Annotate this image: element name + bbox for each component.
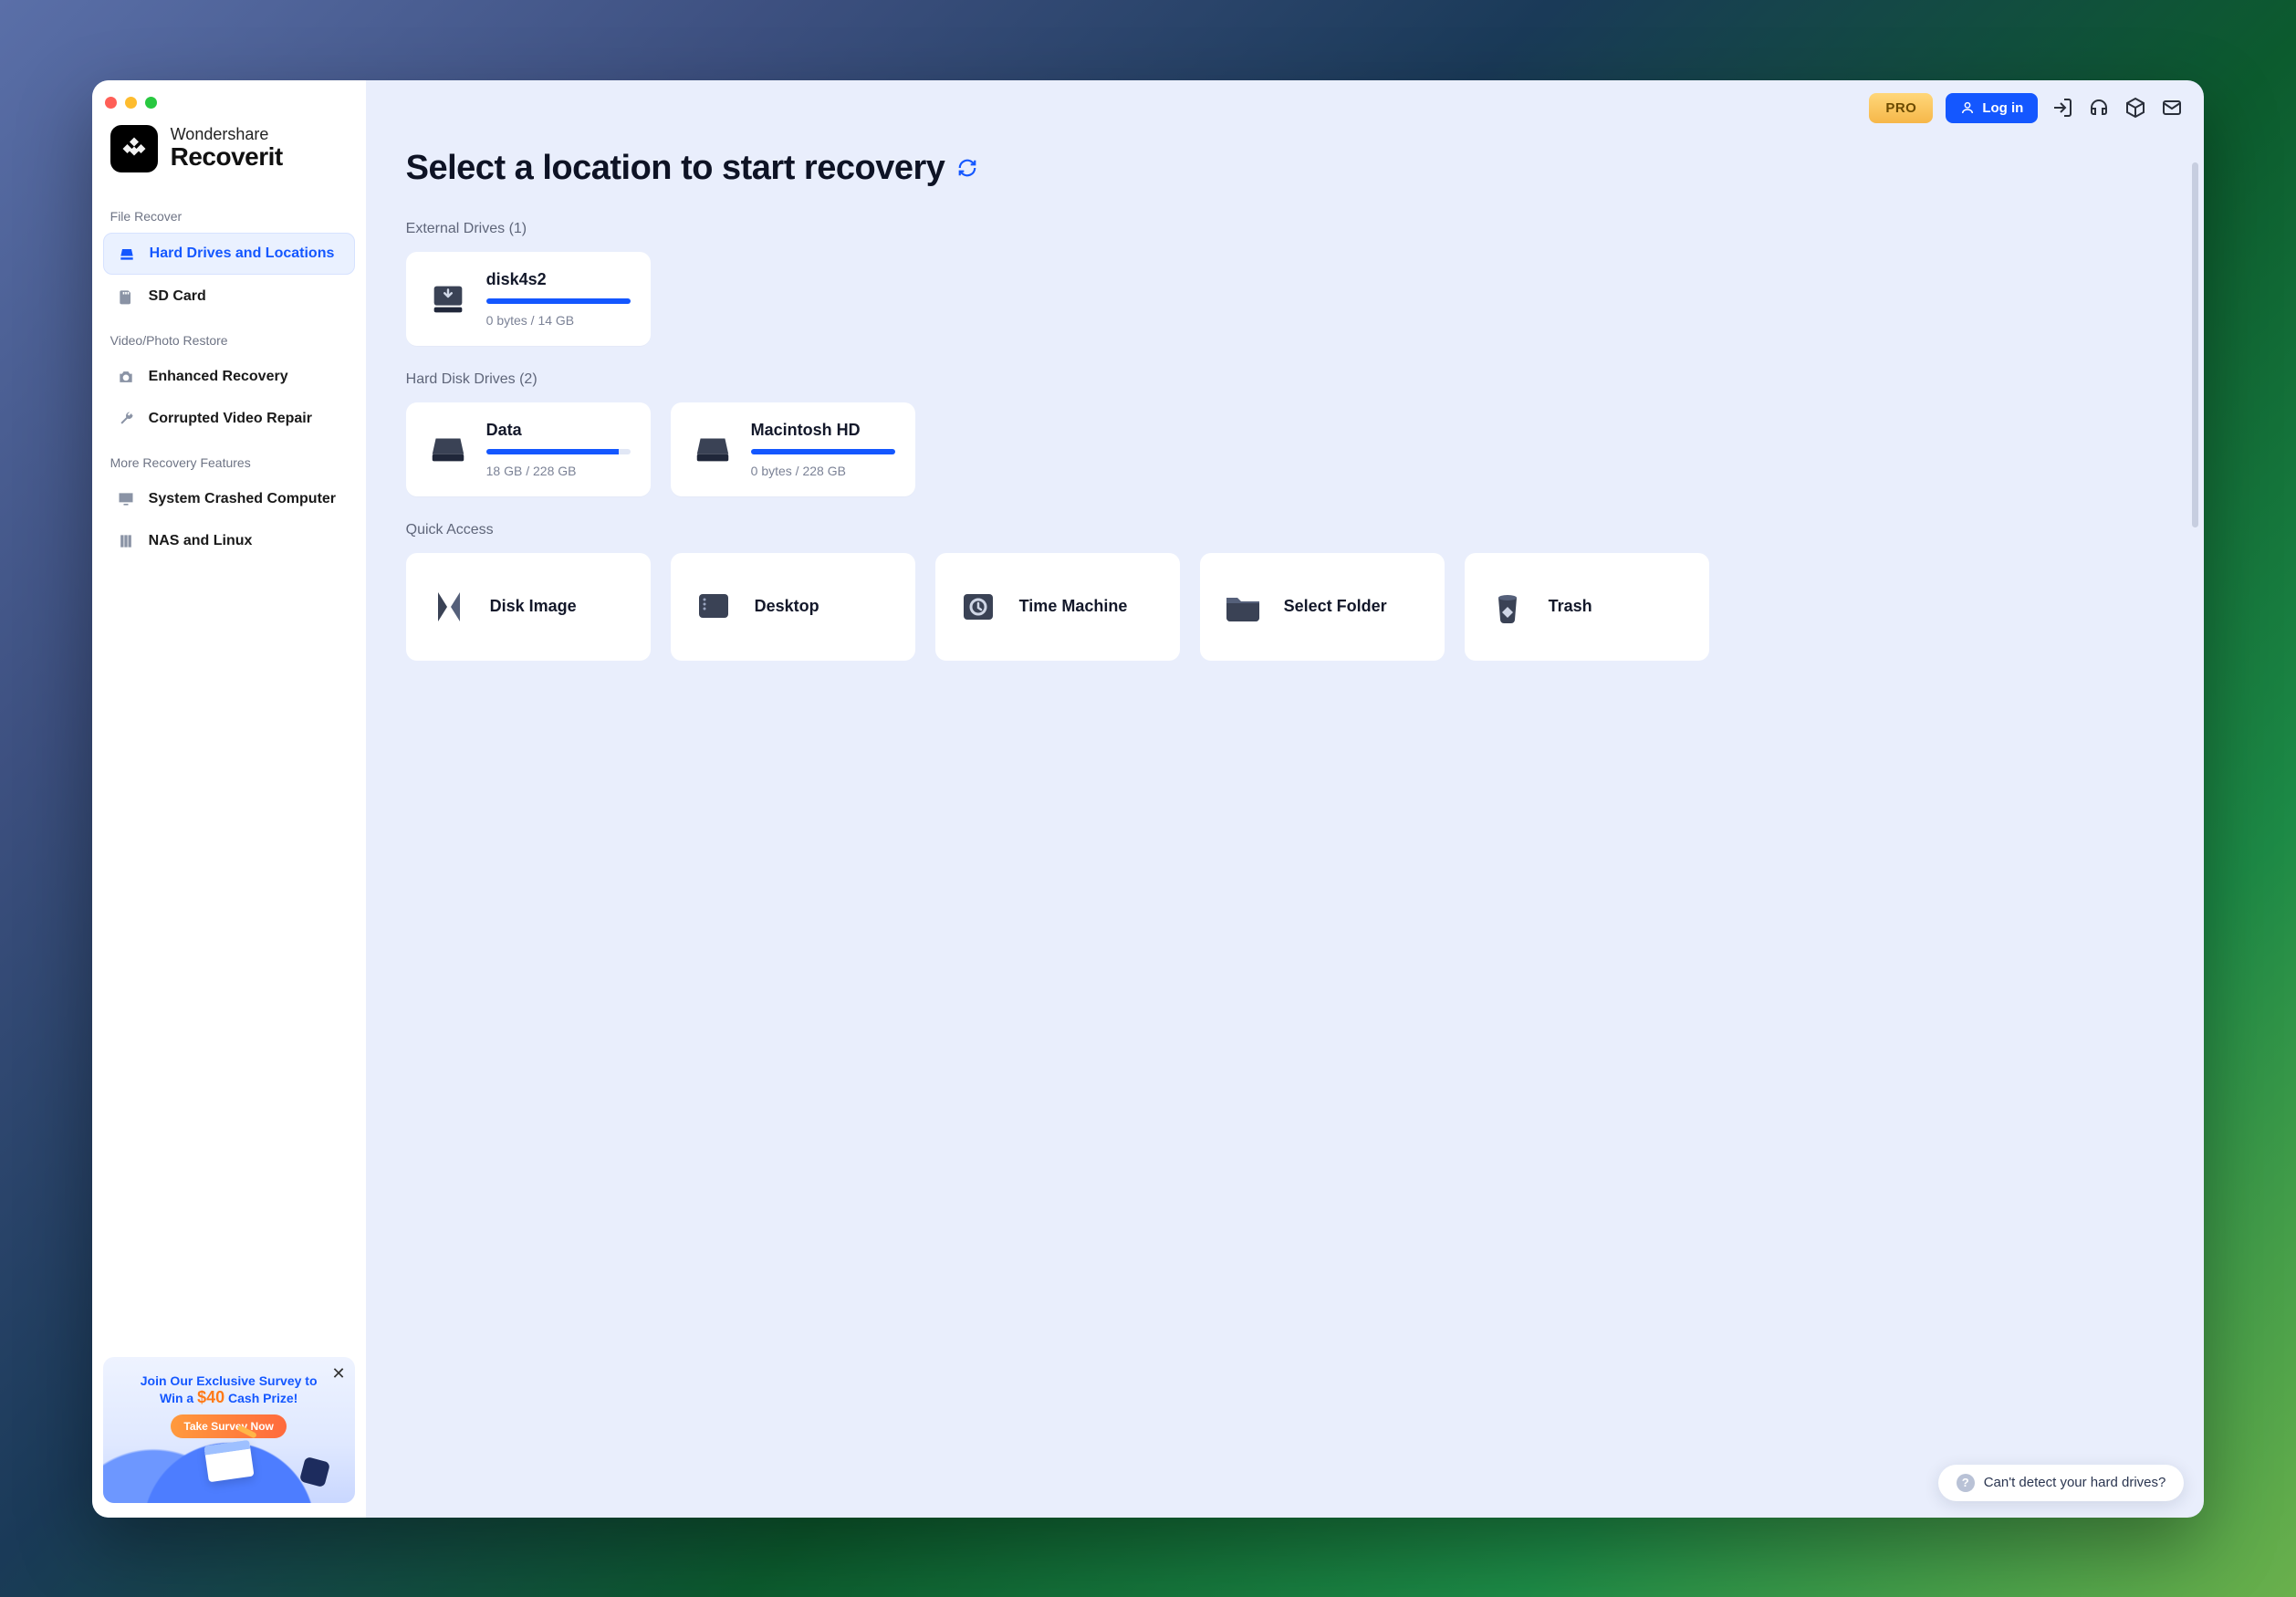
wrench-icon — [116, 409, 136, 429]
minimize-window-button[interactable] — [125, 97, 137, 109]
quick-access-label: Trash — [1549, 597, 1592, 616]
sidebar-item-system-crashed-computer[interactable]: System Crashed Computer — [103, 479, 355, 519]
quick-access-time-machine[interactable]: Time Machine — [935, 553, 1180, 661]
help-icon: ? — [1957, 1474, 1975, 1492]
drive-name: Data — [486, 421, 631, 440]
drive-icon — [426, 427, 470, 471]
promo-line2: Win a $40 Cash Prize! — [114, 1388, 344, 1407]
sdcard-icon — [116, 287, 136, 307]
sidebar-item-hard-drives-and-locations[interactable]: Hard Drives and Locations — [103, 233, 355, 275]
sidebar-item-label: SD Card — [149, 288, 206, 305]
drive-usage: 0 bytes / 14 GB — [486, 313, 631, 328]
close-window-button[interactable] — [105, 97, 117, 109]
trash-icon — [1485, 584, 1530, 630]
drive-usage: 0 bytes / 228 GB — [751, 464, 895, 478]
nav-section-title: Video/Photo Restore — [92, 318, 366, 355]
help-pill[interactable]: ? Can't detect your hard drives? — [1938, 1465, 2185, 1501]
drive-icon — [426, 277, 470, 320]
nav-section-title: File Recover — [92, 194, 366, 231]
camera-icon — [116, 367, 136, 387]
sidebar-item-sd-card[interactable]: SD Card — [103, 277, 355, 317]
brand-top: Wondershare — [171, 126, 283, 143]
support-icon[interactable] — [2087, 96, 2111, 120]
sidebar-item-label: System Crashed Computer — [149, 491, 336, 507]
quick-access-label: Select Folder — [1284, 597, 1387, 616]
cube-icon[interactable] — [2124, 96, 2147, 120]
usage-bar — [486, 449, 631, 454]
quick-access-desktop[interactable]: Desktop — [671, 553, 915, 661]
promo-note-icon — [204, 1439, 254, 1482]
quick-access-label: Desktop — [755, 597, 819, 616]
brand-logo-icon — [110, 125, 158, 172]
quick-access-label: Disk Image — [490, 597, 577, 616]
login-label: Log in — [1982, 100, 2023, 116]
page-title: Select a location to start recovery — [406, 149, 945, 188]
sidebar-item-corrupted-video-repair[interactable]: Corrupted Video Repair — [103, 399, 355, 439]
quick-access-trash[interactable]: Trash — [1465, 553, 1709, 661]
server-icon — [116, 531, 136, 551]
drive-usage: 18 GB / 228 GB — [486, 464, 631, 478]
drive-name: Macintosh HD — [751, 421, 895, 440]
topbar: PRO Log in — [366, 80, 2205, 123]
drive-card-macintosh-hd[interactable]: Macintosh HD 0 bytes / 228 GB — [671, 402, 915, 496]
sidebar-item-nas-and-linux[interactable]: NAS and Linux — [103, 521, 355, 561]
sidebar-item-label: Enhanced Recovery — [149, 369, 288, 385]
usage-bar — [486, 298, 631, 304]
window-controls — [92, 91, 366, 120]
login-button[interactable]: Log in — [1946, 93, 2038, 123]
timemachine-icon — [955, 584, 1001, 630]
main-pane: PRO Log in Select a location to start re… — [366, 80, 2205, 1518]
sidebar-item-label: NAS and Linux — [149, 533, 253, 549]
refresh-button[interactable] — [957, 158, 977, 178]
brand-bottom: Recoverit — [171, 143, 283, 170]
sidebar: Wondershare Recoverit File Recover Hard D… — [92, 80, 366, 1518]
drive-icon — [691, 427, 735, 471]
import-icon[interactable] — [2051, 96, 2074, 120]
folder-icon — [1220, 584, 1266, 630]
drive-card-data[interactable]: Data 18 GB / 228 GB — [406, 402, 651, 496]
sidebar-item-label: Corrupted Video Repair — [149, 411, 312, 427]
section-quick-label: Quick Access — [406, 522, 2165, 538]
maximize-window-button[interactable] — [145, 97, 157, 109]
app-window: Wondershare Recoverit File Recover Hard D… — [92, 80, 2205, 1518]
section-external-label: External Drives (1) — [406, 221, 2165, 237]
quick-access-select-folder[interactable]: Select Folder — [1200, 553, 1445, 661]
promo-cta-button[interactable]: Take Survey Now — [171, 1414, 286, 1438]
promo-close-button[interactable]: ✕ — [332, 1364, 346, 1383]
desktop-icon — [691, 584, 736, 630]
nav-section-title: More Recovery Features — [92, 441, 366, 477]
sidebar-item-enhanced-recovery[interactable]: Enhanced Recovery — [103, 357, 355, 397]
diskimage-icon — [426, 584, 472, 630]
usage-bar — [751, 449, 895, 454]
quick-access-label: Time Machine — [1019, 597, 1128, 616]
drive-name: disk4s2 — [486, 270, 631, 289]
scrollbar[interactable] — [2192, 162, 2198, 527]
content: Select a location to start recovery Exte… — [366, 123, 2205, 796]
mail-icon[interactable] — [2160, 96, 2184, 120]
brand: Wondershare Recoverit — [92, 120, 366, 194]
drive-icon — [117, 244, 137, 264]
sidebar-item-label: Hard Drives and Locations — [150, 245, 335, 262]
promo-line1: Join Our Exclusive Survey to — [114, 1373, 344, 1388]
drive-card-disk4s2[interactable]: disk4s2 0 bytes / 14 GB — [406, 252, 651, 346]
monitor-icon — [116, 489, 136, 509]
user-icon — [1960, 100, 1975, 115]
help-text: Can't detect your hard drives? — [1984, 1475, 2166, 1490]
quick-access-disk-image[interactable]: Disk Image — [406, 553, 651, 661]
pro-badge[interactable]: PRO — [1869, 93, 1933, 123]
section-hdd-label: Hard Disk Drives (2) — [406, 371, 2165, 388]
promo-banner: ✕ Join Our Exclusive Survey to Win a $40… — [103, 1357, 355, 1503]
